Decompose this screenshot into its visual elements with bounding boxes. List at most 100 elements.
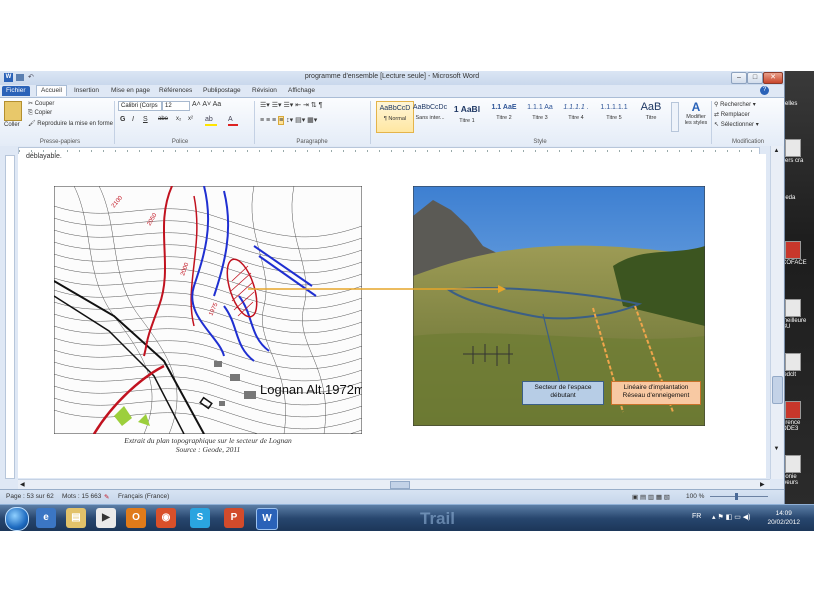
map-caption: Extrait du plan topographique sur le sec… <box>124 436 292 445</box>
bold-button[interactable]: G <box>120 116 125 123</box>
separator <box>711 101 712 144</box>
replace-button[interactable]: ⇄ Remplacer <box>714 111 750 118</box>
font-name-select[interactable]: Calibri (Corps <box>118 101 162 111</box>
group-label: Paragraphe <box>296 139 328 145</box>
horizontal-ruler[interactable] <box>0 146 784 155</box>
hscroll-thumb[interactable] <box>390 481 410 489</box>
justify-icon: ≡ <box>278 116 285 125</box>
page-count[interactable]: Page : 53 sur 62 <box>6 493 54 500</box>
skype-icon[interactable]: S <box>190 508 210 528</box>
tab-mise-en-page[interactable]: Mise en page <box>107 86 154 96</box>
wallpaper-text: Trail <box>420 509 455 528</box>
tab-accueil[interactable]: Accueil <box>36 85 67 96</box>
copy-button[interactable]: ⎘ Copier <box>28 110 52 117</box>
vertical-ruler[interactable] <box>5 155 15 479</box>
scroll-thumb[interactable] <box>772 376 783 404</box>
strike-button[interactable]: abe <box>158 116 168 122</box>
style-titre[interactable]: AaB Titre <box>633 101 669 131</box>
desktop-item[interactable]: COFACE <box>782 241 814 266</box>
style-sans-interligne[interactable]: AaBbCcDc Sans inter... <box>412 101 448 131</box>
map-location-label: Lognan Alt.1972m. <box>260 382 362 397</box>
firefox-icon[interactable]: ◉ <box>156 508 176 528</box>
spellcheck-icon[interactable]: ✎ <box>104 493 109 501</box>
status-bar: Page : 53 sur 62 Mots : 15 663 ✎ Françai… <box>0 489 784 505</box>
minimize-button[interactable]: – <box>731 72 747 84</box>
tab-publipostage[interactable]: Publipostage <box>199 86 245 96</box>
cursor-icon: ↖ <box>714 122 721 128</box>
change-styles-button[interactable]: A Modifier les styles <box>683 100 709 126</box>
desktop-item[interactable]: ponie iveurs <box>782 455 814 486</box>
help-icon[interactable]: ? <box>760 86 769 95</box>
tab-fichier[interactable]: Fichier <box>2 86 30 96</box>
scroll-down-icon[interactable]: ▼ <box>772 446 781 454</box>
document-text: déblayable. <box>26 153 62 160</box>
style-titre-2[interactable]: 1.1 AaE Titre 2 <box>486 101 522 131</box>
scroll-right-icon[interactable]: ▶ <box>760 481 765 488</box>
desktop-item[interactable]: érence ODE3 <box>782 401 814 432</box>
desktop-item[interactable]: vers cra <box>782 139 814 164</box>
style-titre-4[interactable]: 1.1.1.1 . Titre 4 <box>558 101 594 131</box>
format-painter-button[interactable]: 🖌 Reproduire la mise en forme <box>28 120 113 127</box>
paste-button[interactable]: Coller <box>4 122 20 128</box>
desktop-item[interactable]: ledclt <box>782 353 814 378</box>
style-titre-3[interactable]: 1.1.1 Aa Titre 3 <box>522 101 558 131</box>
beginner-area-label: Secteur de l'espace débutant <box>522 381 604 405</box>
zoom-slider-thumb[interactable] <box>735 493 738 500</box>
align-buttons[interactable]: ≡ ≡ ≡ ≡ ↕▾ ▤▾ ▦▾ <box>260 116 317 125</box>
file-icon <box>785 139 801 157</box>
map-source: Source : Geode, 2011 <box>175 445 241 454</box>
start-button[interactable] <box>5 507 29 531</box>
subscript-button[interactable]: x₂ <box>176 116 181 122</box>
paste-icon[interactable] <box>4 101 22 121</box>
highlight-icon[interactable]: ab <box>205 116 217 126</box>
font-size-select[interactable]: 12 <box>162 101 190 111</box>
styles-scroll[interactable] <box>671 102 679 132</box>
desktop-item[interactable]: neda <box>782 195 814 201</box>
input-language[interactable]: FR <box>692 513 701 520</box>
underline-button[interactable]: S <box>143 116 148 123</box>
clock[interactable]: 14:09 20/02/2012 <box>767 509 800 527</box>
media-icon[interactable]: ▶ <box>96 508 116 528</box>
tab-references[interactable]: Références <box>155 86 196 96</box>
style-titre-1[interactable]: 1 AaBl Titre 1 <box>449 101 485 131</box>
desktop-item[interactable]: velles <box>782 101 814 107</box>
scroll-left-icon[interactable]: ◀ <box>20 481 25 488</box>
zoom-level[interactable]: 100 % <box>686 493 704 500</box>
scroll-up-icon[interactable]: ▲ <box>772 148 781 156</box>
font-color-icon[interactable]: A <box>228 116 238 126</box>
cut-button[interactable]: ✂ Couper <box>28 100 54 107</box>
italic-button[interactable]: I <box>132 116 134 123</box>
close-button[interactable]: ✕ <box>763 72 783 84</box>
word-taskbar-icon[interactable]: W <box>256 508 278 530</box>
superscript-button[interactable]: x² <box>188 116 193 122</box>
style-titre-5[interactable]: 1.1.1.1.1 Titre 5 <box>596 101 632 131</box>
window-title: programme d'ensemble [Lecture seule] - M… <box>304 73 480 80</box>
folder-icon[interactable]: ▤ <box>66 508 86 528</box>
language[interactable]: Français (France) <box>118 493 169 500</box>
list-buttons[interactable]: ☰▾ ☰▾ ☰▾ ⇤ ⇥ ⇅ ¶ <box>260 101 322 109</box>
zoom-slider[interactable] <box>710 496 768 497</box>
screen: velles vers cra neda COFACE meilleure BU… <box>0 71 814 531</box>
group-label: Modification <box>731 139 764 145</box>
maximize-button[interactable]: □ <box>747 72 763 84</box>
taskbar: e ▤ ▶ O ◉ S P W Trail FR ▴ ⚑ ◧ ▭ ◀) 14:0… <box>0 504 814 531</box>
tab-insertion[interactable]: Insertion <box>70 86 103 96</box>
find-button[interactable]: ⚲ Rechercher ▾ <box>714 101 756 108</box>
tab-affichage[interactable]: Affichage <box>284 86 319 96</box>
outlook-icon[interactable]: O <box>126 508 146 528</box>
view-buttons[interactable]: ▣ ▤ ▥ ▦ ▧ <box>632 493 670 501</box>
tray-icons[interactable]: ▴ ⚑ ◧ ▭ ◀) <box>712 513 751 521</box>
powerpoint-icon[interactable]: P <box>224 508 244 528</box>
select-button[interactable]: ↖ Sélectionner ▾ <box>714 121 759 128</box>
ie-icon[interactable]: e <box>36 508 56 528</box>
word-count[interactable]: Mots : 15 663 <box>62 493 101 500</box>
vertical-scrollbar[interactable]: ▲ ▼ <box>770 146 783 479</box>
tab-revision[interactable]: Révision <box>248 86 281 96</box>
pdf-icon <box>785 401 801 419</box>
title-bar: W ↶ programme d'ensemble [Lecture seule]… <box>0 71 784 85</box>
desktop-item[interactable]: meilleure BU <box>782 299 814 330</box>
styles-icon: A <box>691 100 701 114</box>
style-normal[interactable]: AaBbCcD ¶ Normal <box>376 101 414 133</box>
separator <box>114 101 115 144</box>
grow-font-button[interactable]: A˄ A˅ Aa <box>192 101 221 108</box>
